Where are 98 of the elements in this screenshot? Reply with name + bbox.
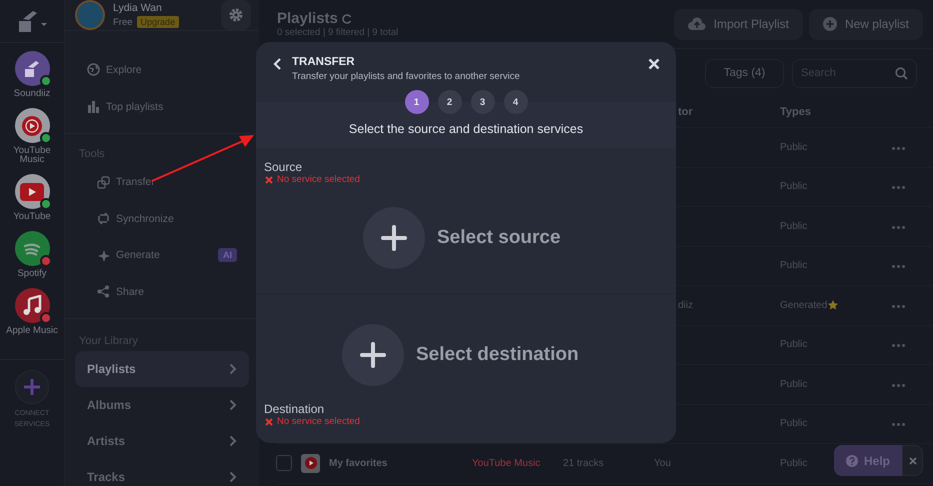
- more-icon[interactable]: [892, 344, 905, 348]
- close-icon: [908, 456, 916, 464]
- service-avatar[interactable]: [14, 288, 50, 323]
- plus-icon: [360, 342, 386, 368]
- playlist-type: Public: [780, 260, 808, 272]
- dialog-subtitle: Transfer your playlists and favorites to another service: [292, 71, 521, 82]
- destination-label: Destination: [264, 402, 326, 416]
- sync-icon: [97, 212, 110, 226]
- column-header: tor: [677, 106, 694, 118]
- nav-item[interactable]: Top playlists: [75, 88, 249, 125]
- error-icon: [265, 418, 273, 426]
- nav-item[interactable]: Playlists: [75, 351, 249, 387]
- close-help-button[interactable]: [902, 445, 923, 476]
- service-name: Spotify: [16, 269, 48, 278]
- music-note-icon: [22, 294, 42, 316]
- chevron-right-icon: [229, 399, 237, 411]
- back-icon[interactable]: [273, 57, 282, 71]
- question-icon: [846, 454, 858, 466]
- service-name: Apple Music: [5, 326, 59, 335]
- overlapping-squares-icon: [97, 176, 110, 189]
- plus-icon: [22, 377, 42, 397]
- toolbar-button[interactable]: New playlist: [808, 8, 923, 40]
- service-name: YouTube Music: [12, 146, 52, 164]
- playlist-type: Public: [780, 458, 808, 469]
- more-icon[interactable]: [892, 146, 905, 150]
- creator-name: diiz: [678, 300, 694, 311]
- nav-item[interactable]: Tracks: [75, 459, 249, 486]
- bar-chart-icon: [87, 100, 100, 113]
- add-service-button[interactable]: [15, 370, 49, 404]
- nav-item[interactable]: Artists: [75, 423, 249, 459]
- toolbar-button[interactable]: Import Playlist: [674, 8, 803, 40]
- share-icon: [97, 285, 110, 298]
- source-label: Source: [264, 160, 304, 174]
- service-name: YouTube: [12, 212, 52, 221]
- ai-badge: AI: [218, 248, 237, 262]
- more-icon[interactable]: [892, 384, 905, 387]
- creator-name: You: [654, 458, 671, 469]
- service-avatar[interactable]: [14, 231, 50, 266]
- chevron-right-icon: [229, 471, 237, 483]
- playlist-type: Generated: [780, 300, 828, 311]
- plan-label: Free: [113, 16, 133, 28]
- service-name: YouTube Music: [472, 458, 540, 469]
- chevron-right-icon: [229, 435, 237, 447]
- select-source-button[interactable]: Select source: [363, 207, 561, 269]
- playlist-type: Public: [780, 378, 808, 390]
- sparkle-icon: [97, 248, 110, 262]
- nav-item[interactable]: Generate AI: [75, 237, 249, 274]
- settings-button[interactable]: [221, 0, 251, 30]
- error-icon: [265, 176, 273, 184]
- service-avatar[interactable]: [14, 108, 50, 143]
- settings-icon: [228, 7, 244, 23]
- plus-circle-icon: [822, 17, 837, 31]
- tags-filter-button[interactable]: Tags (4): [705, 58, 784, 88]
- more-icon[interactable]: [892, 423, 905, 426]
- row-checkbox[interactable]: [276, 455, 292, 472]
- youtube-logo: [20, 182, 44, 200]
- dialog-heading: Select the source and destination services: [348, 122, 584, 136]
- globe-icon: [87, 63, 100, 76]
- column-header: Types: [780, 106, 812, 118]
- close-icon[interactable]: [648, 58, 660, 70]
- youtube-music-logo: [21, 114, 43, 136]
- play-icon: [304, 457, 316, 470]
- playlist-name[interactable]: My favorites: [329, 458, 388, 469]
- service-avatar[interactable]: [14, 51, 50, 86]
- plus-icon: [381, 225, 407, 251]
- avatar-icon[interactable]: [75, 0, 105, 30]
- cloud-upload-icon: [688, 17, 706, 31]
- playlist-type: Public: [780, 418, 808, 430]
- nav-item[interactable]: Explore: [75, 51, 249, 88]
- nav-item[interactable]: Transfer: [75, 164, 249, 200]
- service-avatar[interactable]: [14, 174, 50, 209]
- error-message: No service selected: [277, 416, 360, 427]
- step-indicator[interactable]: 4: [504, 90, 528, 114]
- dialog-title: TRANSFER: [292, 56, 356, 68]
- search-icon: [895, 66, 908, 80]
- user-name: Lydia Wan: [113, 2, 163, 14]
- playlist-type: Public: [780, 339, 808, 350]
- nav-item[interactable]: Albums: [75, 387, 249, 423]
- select-destination-button[interactable]: Select destination: [342, 324, 579, 386]
- step-indicator[interactable]: 3: [470, 90, 494, 114]
- playlist-type: Public: [780, 181, 808, 192]
- playlist-type: Public: [780, 142, 808, 153]
- refresh-icon[interactable]: [342, 14, 352, 24]
- page-title: Playlists: [277, 10, 338, 27]
- track-count: 21 tracks: [563, 458, 604, 469]
- service-name: Soundiiz: [12, 89, 52, 98]
- more-icon[interactable]: [892, 226, 905, 229]
- error-message: No service selected: [277, 174, 360, 185]
- more-icon[interactable]: [892, 265, 905, 268]
- step-indicator[interactable]: 1: [404, 90, 428, 114]
- nav-item[interactable]: Synchronize: [75, 200, 249, 237]
- playlist-type: Public: [780, 220, 808, 232]
- chevron-right-icon: [229, 363, 237, 375]
- more-icon[interactable]: [892, 304, 905, 308]
- upgrade-button[interactable]: Upgrade: [136, 16, 180, 28]
- nav-item[interactable]: Share: [75, 274, 249, 310]
- more-icon[interactable]: [892, 186, 905, 190]
- step-indicator[interactable]: 2: [438, 90, 462, 114]
